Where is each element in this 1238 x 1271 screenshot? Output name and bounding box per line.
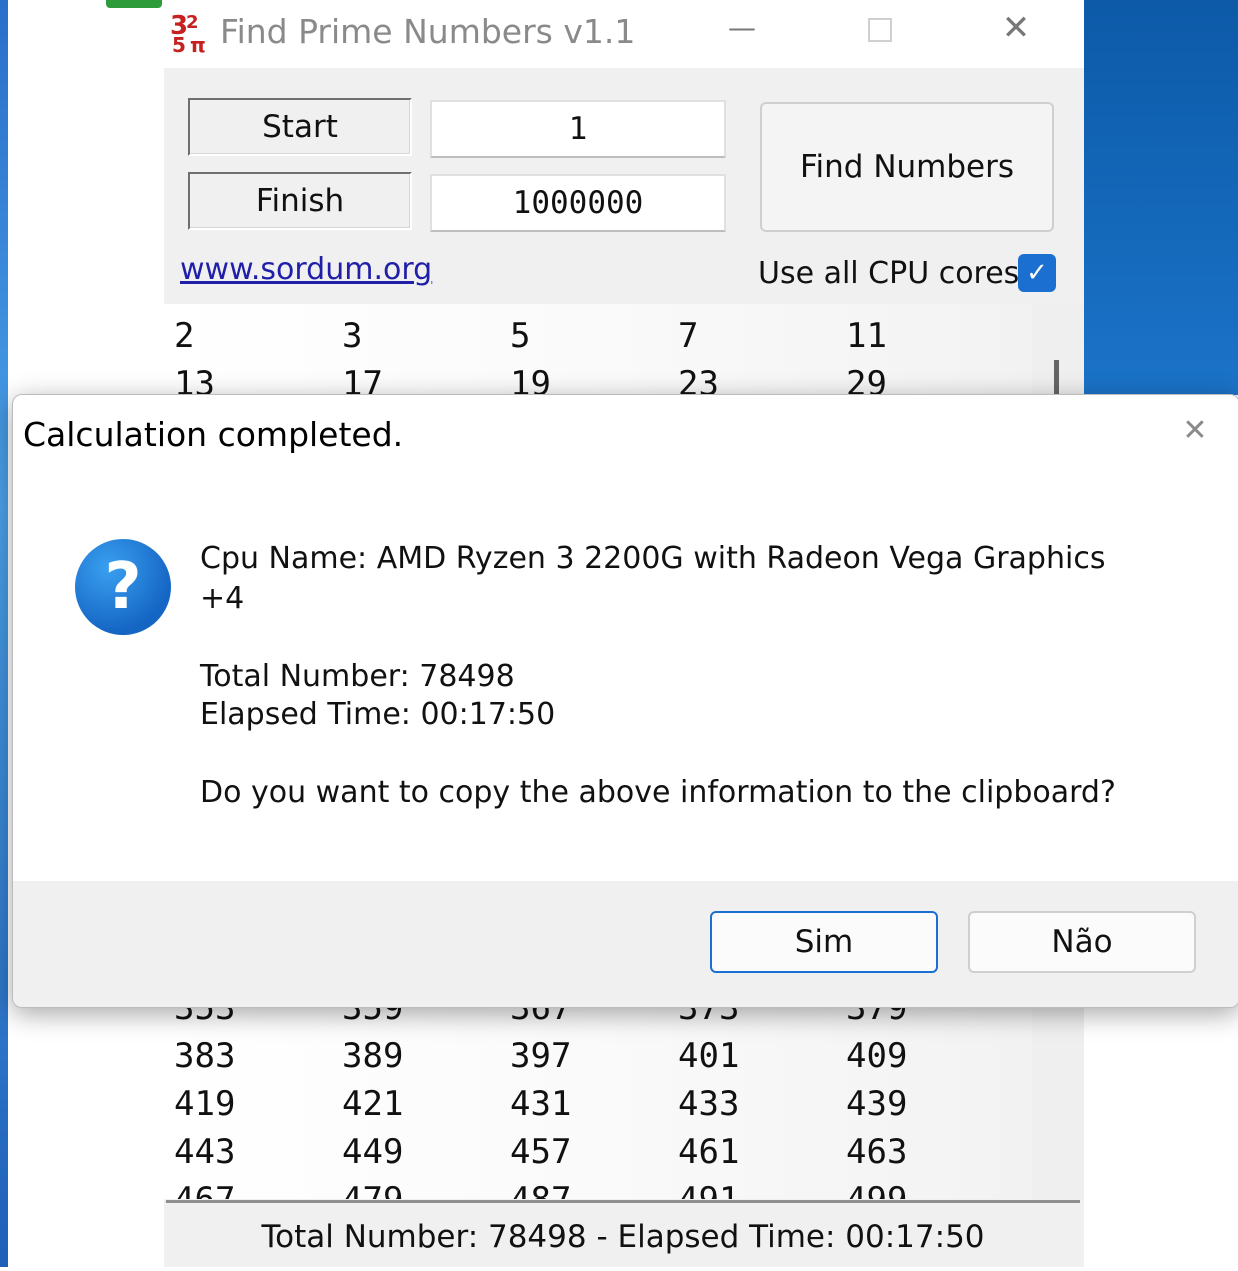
prime-cell: 443 — [174, 1132, 236, 1172]
prime-cell: 3 — [342, 316, 363, 356]
svg-text:2: 2 — [186, 12, 199, 33]
dialog-footer: Sim Não — [13, 881, 1238, 1007]
finish-input[interactable]: 1000000 — [430, 174, 726, 232]
status-bar: Total Number: 78498 - Elapsed Time: 00:1… — [166, 1200, 1080, 1267]
prime-cell: 433 — [678, 1084, 740, 1124]
background-window-tab — [106, 0, 162, 8]
find-numbers-button[interactable]: Find Numbers — [760, 102, 1054, 232]
desktop-background-right — [1084, 0, 1238, 395]
prime-cell: 421 — [342, 1084, 404, 1124]
question-icon: ? — [75, 539, 171, 635]
prime-cell: 2 — [174, 316, 195, 356]
prime-cell: 5 — [510, 316, 531, 356]
dialog-title: Calculation completed. — [23, 415, 404, 454]
list-row: 383 389 397 401 409 — [164, 1036, 1032, 1084]
minimize-icon[interactable]: — — [722, 14, 762, 46]
checkmark-icon: ✓ — [1026, 258, 1048, 288]
list-row: 2 3 5 7 11 — [164, 316, 1032, 364]
prime-cell: 461 — [678, 1132, 740, 1172]
prime-cell: 431 — [510, 1084, 572, 1124]
svg-text:5: 5 — [172, 33, 186, 54]
website-link[interactable]: www.sordum.org — [180, 252, 432, 287]
prime-cell: 463 — [846, 1132, 908, 1172]
start-label: Start — [188, 98, 412, 156]
cpu-cores-label: Use all CPU cores — [758, 256, 1020, 291]
prime-cell: 491 — [678, 1180, 739, 1199]
yes-button[interactable]: Sim — [710, 911, 938, 973]
copy-question-text: Do you want to copy the above informatio… — [200, 775, 1116, 810]
cpu-cores-checkbox[interactable]: ✓ — [1018, 254, 1056, 292]
list-row: 467 479 487 491 499 — [164, 1180, 1032, 1199]
total-number-text: Total Number: 78498 — [200, 659, 515, 694]
completion-dialog: Calculation completed. ✕ ? Cpu Name: AMD… — [12, 394, 1238, 1008]
app-logo-icon: 3 2 5 π — [170, 11, 206, 54]
list-row: 443 449 457 461 463 — [164, 1132, 1032, 1180]
dialog-close-icon[interactable]: ✕ — [1177, 413, 1213, 449]
prime-cell: 11 — [846, 316, 887, 356]
prime-cell: 449 — [342, 1132, 404, 1172]
cpu-cores-text: +4 — [200, 581, 245, 616]
prime-cell: 383 — [174, 1036, 236, 1076]
prime-cell: 487 — [510, 1180, 571, 1199]
prime-cell: 409 — [846, 1036, 908, 1076]
cpu-name-text: Cpu Name: AMD Ryzen 3 2200G with Radeon … — [200, 541, 1106, 576]
title-bar[interactable]: 3 2 5 π Find Prime Numbers v1.1 — ✕ — [164, 0, 1084, 68]
prime-cell: 7 — [678, 316, 699, 356]
prime-cell: 467 — [174, 1180, 235, 1199]
prime-cell: 499 — [846, 1180, 907, 1199]
finish-label: Finish — [188, 172, 412, 230]
prime-cell: 389 — [342, 1036, 404, 1076]
prime-cell: 397 — [510, 1036, 572, 1076]
elapsed-time-text: Elapsed Time: 00:17:50 — [200, 697, 556, 732]
window-title: Find Prime Numbers v1.1 — [220, 12, 636, 51]
prime-cell: 457 — [510, 1132, 572, 1172]
prime-cell: 479 — [342, 1180, 403, 1199]
prime-cell: 439 — [846, 1084, 908, 1124]
start-input[interactable]: 1 — [430, 100, 726, 158]
maximize-icon[interactable] — [868, 18, 892, 42]
list-row: 419 421 431 433 439 — [164, 1084, 1032, 1132]
close-icon[interactable]: ✕ — [996, 8, 1036, 48]
no-button[interactable]: Não — [968, 911, 1196, 973]
prime-cell: 419 — [174, 1084, 236, 1124]
svg-text:π: π — [190, 33, 206, 54]
desktop-background — [0, 0, 8, 1267]
prime-cell: 401 — [678, 1036, 740, 1076]
scrollbar-thumb[interactable] — [1054, 360, 1059, 396]
